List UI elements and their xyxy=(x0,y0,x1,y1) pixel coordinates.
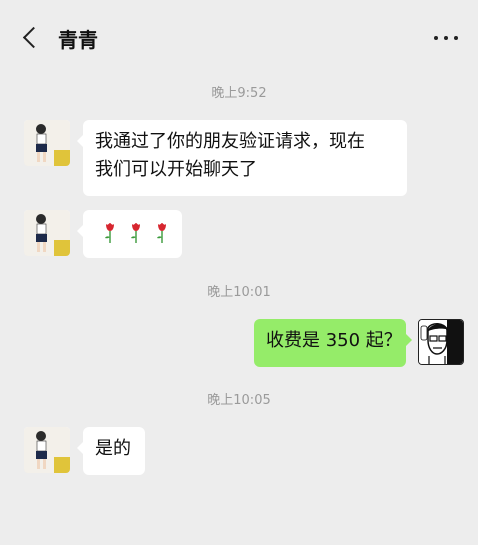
avatar-image xyxy=(419,320,463,364)
my-avatar[interactable] xyxy=(418,319,464,365)
rose-icon xyxy=(157,223,166,243)
back-arrow-icon[interactable] xyxy=(22,26,45,49)
contact-avatar[interactable] xyxy=(24,120,70,166)
chat-header: 青青 xyxy=(0,8,478,68)
message-text-line-2: 我们可以开始聊天了 xyxy=(95,159,257,180)
contact-name: 青青 xyxy=(58,28,98,52)
timestamp: 晚上9:52 xyxy=(211,86,267,101)
timestamp: 晚上10:01 xyxy=(207,285,271,300)
contact-avatar[interactable] xyxy=(24,427,70,473)
message-text: 收费是 350 起？ xyxy=(266,330,402,351)
avatar-image xyxy=(24,427,70,473)
message-bubble-incoming[interactable]: 是的 xyxy=(77,427,145,475)
avatar-image xyxy=(24,210,70,256)
timestamp: 晚上10:05 xyxy=(207,393,271,408)
status-bar xyxy=(0,0,478,8)
contact-avatar[interactable] xyxy=(24,210,70,256)
more-options-icon[interactable] xyxy=(434,36,458,42)
rose-icon xyxy=(105,223,114,243)
rose-icon xyxy=(131,223,140,243)
message-bubble-incoming[interactable] xyxy=(77,210,182,258)
avatar-image xyxy=(24,120,70,166)
message-bubble-outgoing[interactable]: 收费是 350 起？ xyxy=(254,319,412,367)
message-text-line-1: 我通过了你的朋友验证请求，现在 xyxy=(95,131,365,152)
message-bubble-incoming[interactable]: 我通过了你的朋友验证请求，现在 我们可以开始聊天了 xyxy=(77,120,407,196)
message-text: 是的 xyxy=(95,438,131,459)
